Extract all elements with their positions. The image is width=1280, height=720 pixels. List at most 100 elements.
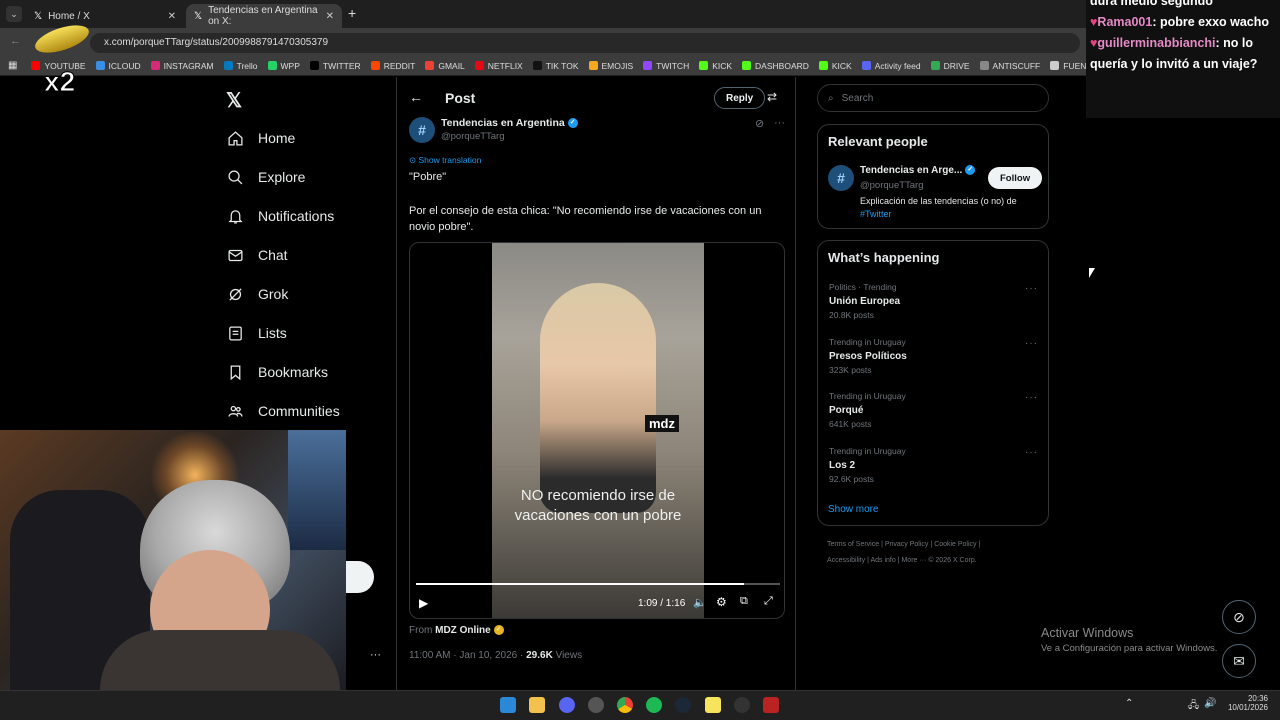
from-source-name[interactable]: MDZ Online [435, 625, 491, 636]
show-more-link[interactable]: Show more [828, 504, 879, 515]
show-translation-link[interactable]: ⊙ Show translation [409, 155, 481, 166]
more-icon[interactable]: ··· [1025, 447, 1038, 458]
filter-icon[interactable]: ⇄ [767, 90, 777, 104]
bookmark-item[interactable]: REDDIT [370, 61, 415, 71]
bookmark-label: DRIVE [943, 60, 970, 71]
footer-accessibility[interactable]: Accessibility [827, 557, 865, 564]
person-bio-tag[interactable]: #Twitter [860, 209, 892, 219]
bookmark-label: INSTAGRAM [163, 60, 214, 71]
fullscreen-icon[interactable]: ⤢ [764, 595, 773, 608]
apps-icon[interactable]: ▦ [8, 60, 17, 71]
x-logo-icon[interactable]: 𝕏 [226, 88, 242, 113]
settings-icon[interactable]: ⚙ [716, 595, 727, 609]
bookmark-label: GMAIL [438, 60, 465, 71]
obs-icon[interactable] [734, 697, 750, 713]
bookmark-item[interactable]: INSTAGRAM [150, 60, 214, 71]
bookmark-item[interactable]: NETFLIX [474, 61, 523, 71]
post-meta: 11:00 AM · Jan 10, 2026 · 29.6K Views [409, 650, 582, 661]
footer-terms[interactable]: Terms of Service [827, 541, 879, 548]
messages-fab[interactable]: ✉ [1222, 644, 1256, 678]
follow-button[interactable]: Follow [988, 167, 1043, 189]
back-icon[interactable]: ← [10, 35, 21, 47]
bookmark-item[interactable]: TIK TOK [532, 61, 579, 71]
bookmark-favicon-icon [742, 61, 752, 70]
back-arrow-icon[interactable]: ← [409, 89, 423, 105]
person-avatar[interactable]: # [828, 165, 854, 191]
video-player[interactable]: mdz NO recomiendo irse de vacaciones con… [409, 242, 785, 619]
pip-icon[interactable]: ⧉ [740, 595, 748, 608]
bookmark-item[interactable]: KICK [699, 61, 732, 71]
post-timestamp[interactable]: 11:00 AM · Jan 10, 2026 · [409, 650, 526, 661]
bookmark-item[interactable]: TWITTER [309, 61, 361, 71]
tab-post[interactable]: 𝕏 Tendencias en Argentina on X: ✕ [186, 4, 342, 28]
bookmark-item[interactable]: DASHBOARD [742, 61, 809, 71]
clock[interactable]: 20:36 10/01/2026 [1226, 694, 1268, 712]
volume-icon[interactable]: 🔈 [693, 596, 707, 609]
bookmark-favicon-icon [267, 61, 277, 70]
url-field[interactable]: x.com/porqueTTarg/status/200998879147030… [90, 33, 1080, 53]
bookmark-item[interactable]: ICLOUD [95, 61, 141, 71]
bookmark-item[interactable]: DRIVE [930, 60, 970, 71]
trend-title: Presos Políticos [829, 351, 907, 362]
play-icon[interactable]: ▶ [419, 596, 428, 610]
file-explorer-icon[interactable] [529, 697, 545, 713]
bookmark-item[interactable]: GMAIL [425, 60, 465, 71]
bookmark-item[interactable]: Trello [223, 61, 258, 71]
footer-cookie[interactable]: Cookie Policy [934, 541, 976, 548]
trend-item[interactable]: Politics · Trending Unión Europea 20.8K … [829, 282, 900, 320]
steam-icon[interactable] [675, 697, 691, 713]
nav-lists[interactable]: Lists [226, 324, 287, 342]
person-name-row[interactable]: Tendencias en Arge... ✓ [860, 165, 976, 176]
grok-fab[interactable]: ⊘ [1222, 600, 1256, 634]
nav-communities[interactable]: Communities [226, 402, 340, 420]
bookmark-item[interactable]: ANTISCUFF [979, 61, 1040, 71]
trend-item[interactable]: Trending in Uruguay Presos Políticos 323… [829, 337, 907, 375]
close-icon[interactable]: ✕ [168, 11, 176, 22]
app-icon[interactable] [588, 697, 604, 713]
more-icon[interactable]: ··· [1025, 392, 1038, 403]
chrome-icon[interactable] [617, 697, 633, 713]
nav-home[interactable]: Home [226, 129, 295, 147]
windows-start-icon[interactable] [500, 697, 516, 713]
more-icon[interactable]: ··· [1025, 338, 1038, 349]
more-icon[interactable]: ··· [1025, 283, 1038, 294]
tab-search-button[interactable]: ⌄ [6, 6, 22, 22]
discord-icon[interactable] [559, 697, 575, 713]
author-block[interactable]: Tendencias en Argentina ✓ @porqueTTarg [441, 117, 578, 142]
footer-ads[interactable]: Ads info [870, 557, 895, 564]
person-bio: Explicación de las tendencias (o no) de [860, 196, 1017, 206]
footer-privacy[interactable]: Privacy Policy [885, 541, 929, 548]
trend-item[interactable]: Trending in Uruguay Porqué 641K posts [829, 391, 906, 429]
nav-bookmarks[interactable]: Bookmarks [226, 363, 328, 381]
tray-chevron-icon[interactable]: ⌃ [1125, 698, 1133, 709]
bookmark-item[interactable]: KICK [818, 61, 852, 71]
search-input[interactable]: ⌕ Search [817, 84, 1049, 112]
nav-notifications[interactable]: Notifications [226, 207, 334, 225]
new-tab-button[interactable]: + [348, 5, 356, 21]
voicemeeter-icon[interactable] [763, 697, 779, 713]
more-icon[interactable]: ··· [370, 649, 381, 661]
bookmark-item[interactable]: TWITCH [643, 61, 689, 71]
tray-volume-icon[interactable]: 🔊 [1204, 698, 1216, 709]
close-icon[interactable]: ✕ [326, 11, 334, 22]
author-avatar[interactable]: # [409, 117, 435, 143]
bookmark-item[interactable]: Activity feed [861, 61, 921, 71]
more-icon[interactable]: ··· [774, 117, 785, 129]
footer-more[interactable]: More ··· [901, 557, 926, 564]
sticky-notes-icon[interactable] [705, 697, 721, 713]
video-progress-track[interactable] [416, 583, 780, 585]
from-label: From [409, 625, 433, 636]
reply-button[interactable]: Reply [714, 87, 766, 109]
bookmark-item[interactable]: EMOJIS [588, 61, 633, 71]
url-text: x.com/porqueTTarg/status/200998879147030… [104, 37, 329, 48]
grok-icon[interactable]: ⊘ [755, 117, 764, 130]
nav-chat[interactable]: Chat [226, 246, 288, 264]
bookmark-item[interactable]: WPP [267, 61, 300, 71]
tray-network-icon[interactable]: 🖧 [1188, 698, 1199, 715]
spotify-icon[interactable] [646, 697, 662, 713]
nav-grok[interactable]: Grok [226, 285, 288, 303]
trend-item[interactable]: Trending in Uruguay Los 2 92.6K posts [829, 446, 906, 484]
person-silhouette [540, 283, 656, 513]
post-header-title: Post [445, 90, 476, 106]
nav-explore[interactable]: Explore [226, 168, 305, 186]
